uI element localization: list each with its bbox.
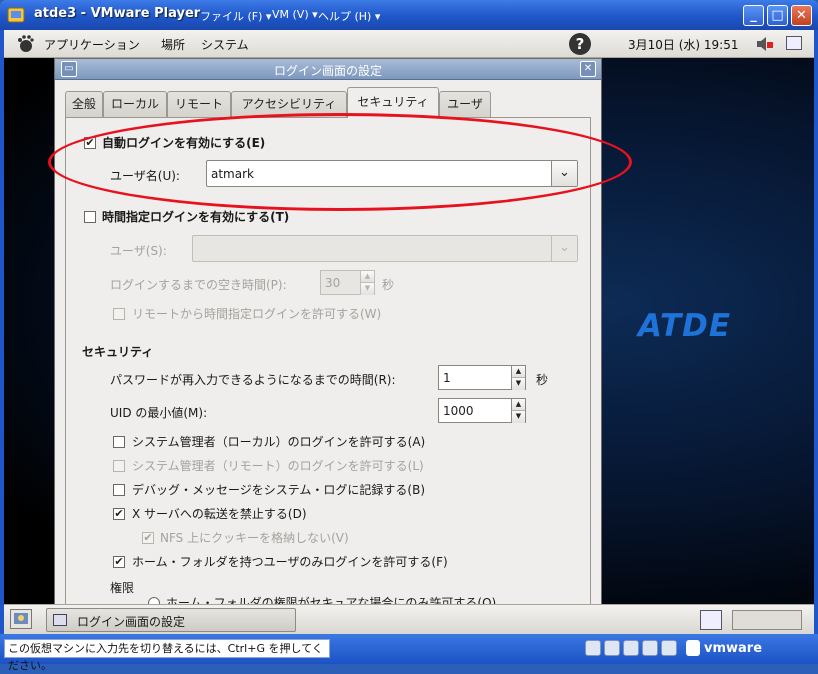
disallow-tcp-checkbox[interactable]: ✔: [113, 508, 125, 520]
uid-min-value: 1000: [443, 404, 474, 418]
auto-login-label: 自動ログインを有効にする(E): [102, 136, 266, 150]
timed-login-delay-label: ログインするまでの空き時間(P):: [110, 278, 287, 292]
retry-delay-unit: 秒: [536, 373, 549, 387]
atde-logo: ATDE: [638, 308, 732, 344]
gnome-top-panel: アプリケーション 場所 システム ? 3月10日 (水) 19:51: [4, 30, 814, 58]
nfs-cookie-checkbox[interactable]: ✔: [142, 532, 154, 544]
tab-users[interactable]: ユーザ: [439, 91, 491, 117]
vmware-titlebar: atde3 - VMware Player ファイル (F) ▾ VM (V) …: [0, 0, 818, 30]
spin-up-icon[interactable]: ▲: [360, 271, 374, 283]
permissions-heading: 権限: [110, 581, 135, 595]
window-frame-right: [814, 30, 818, 636]
timed-login-checkbox[interactable]: [84, 211, 96, 223]
cdrom-icon[interactable]: [604, 640, 620, 656]
sound-icon[interactable]: [661, 640, 677, 656]
vmware-player-icon: [6, 5, 26, 25]
uid-min-spinner[interactable]: 1000 ▲ ▼: [438, 398, 526, 423]
vmware-logo: vmware: [704, 641, 763, 656]
home-dir-only-checkbox[interactable]: ✔: [113, 556, 125, 568]
gnome-foot-icon[interactable]: [14, 34, 34, 57]
nfs-cookie-label: NFS 上にクッキーを格納しない(V): [160, 531, 349, 545]
remote-timed-login-label: リモートから時間指定ログインを許可する(W): [132, 307, 382, 321]
message-icon[interactable]: [686, 640, 700, 656]
panel-menu-system[interactable]: システム: [201, 36, 249, 53]
maximize-button[interactable]: □: [767, 5, 788, 26]
spin-down-icon[interactable]: ▼: [360, 283, 374, 295]
remote-timed-login-checkbox[interactable]: [113, 308, 125, 320]
timed-login-label: 時間指定ログインを有効にする(T): [102, 210, 290, 224]
workspace-switcher[interactable]: [732, 610, 802, 630]
auto-login-checkbox[interactable]: ✔: [84, 137, 96, 149]
chevron-down-icon[interactable]: ⌄: [551, 236, 577, 261]
allow-local-root-checkbox[interactable]: [113, 436, 125, 448]
tab-accessibility[interactable]: アクセシビリティ: [231, 91, 347, 117]
volume-muted-icon[interactable]: [756, 36, 774, 55]
disallow-tcp-label: X サーバへの転送を禁止する(D): [132, 507, 307, 521]
panel-clock[interactable]: 3月10日 (水) 19:51: [628, 36, 738, 53]
home-dir-only-label: ホーム・フォルダを持つユーザのみログインを許可する(F): [132, 555, 448, 569]
tab-local[interactable]: ローカル: [103, 91, 167, 117]
spin-up-icon[interactable]: ▲: [511, 399, 525, 411]
window-title: atde3 - VMware Player: [34, 6, 201, 21]
menu-help[interactable]: ヘルプ (H) ▾: [318, 8, 380, 24]
auto-login-user-combo[interactable]: atmark ⌄: [206, 160, 578, 187]
show-desktop-icon[interactable]: [786, 36, 802, 50]
security-tab-panel: ✔ 自動ログインを有効にする(E) ユーザ名(U): atmark ⌄ 時間指定…: [65, 117, 591, 609]
login-settings-dialog: ▭ ログイン画面の設定 ✕ 全般 ローカル リモート アクセシビリティ セキュリ…: [54, 58, 602, 609]
chevron-down-icon[interactable]: ⌄: [551, 161, 577, 186]
timed-login-delay-value: 30: [325, 276, 341, 290]
menu-file[interactable]: ファイル (F) ▾: [200, 8, 271, 24]
allow-remote-root-label: システム管理者（リモート）のログインを許可する(L): [132, 459, 424, 473]
timed-login-user-label: ユーザ(S):: [110, 244, 167, 258]
close-button[interactable]: ✕: [791, 5, 812, 26]
tab-security[interactable]: セキュリティ: [347, 87, 439, 118]
retry-delay-value: 1: [443, 371, 451, 385]
retry-delay-label: パスワードが再入力できるようになるまでの時間(R):: [110, 373, 396, 387]
vmware-status-bar: この仮想マシンに入力先を切り替えるには、Ctrl+G を押してください。 vmw…: [0, 634, 818, 672]
panel-menu-places[interactable]: 場所: [161, 36, 185, 53]
timed-login-delay-unit: 秒: [382, 278, 395, 292]
tab-remote[interactable]: リモート: [167, 91, 231, 117]
auto-login-user-value: atmark: [211, 167, 254, 181]
network-icon[interactable]: [623, 640, 639, 656]
timed-login-delay-spinner[interactable]: 30 ▲ ▼: [320, 270, 375, 295]
minimize-button[interactable]: _: [743, 5, 764, 26]
spin-down-icon[interactable]: ▼: [511, 411, 525, 423]
allow-remote-root-checkbox[interactable]: [113, 460, 125, 472]
menu-vm[interactable]: VM (V) ▾: [272, 8, 318, 21]
taskbar-item-label: ログイン画面の設定: [77, 615, 186, 629]
debug-messages-checkbox[interactable]: [113, 484, 125, 496]
retry-delay-spinner[interactable]: 1 ▲ ▼: [438, 365, 526, 390]
taskbar-item-login-settings[interactable]: ログイン画面の設定: [46, 608, 296, 632]
status-message: この仮想マシンに入力先を切り替えるには、Ctrl+G を押してください。: [4, 639, 330, 672]
show-desktop-button[interactable]: [10, 609, 32, 629]
usb-icon[interactable]: [642, 640, 658, 656]
uid-min-label: UID の最小値(M):: [110, 406, 208, 420]
dialog-close-button[interactable]: ✕: [580, 61, 596, 77]
dialog-title: ログイン画面の設定: [273, 64, 382, 78]
debug-messages-label: デバッグ・メッセージをシステム・ログに記録する(B): [132, 483, 425, 497]
spin-down-icon[interactable]: ▼: [511, 378, 525, 390]
gnome-bottom-panel: ログイン画面の設定: [4, 604, 814, 634]
help-icon[interactable]: ?: [569, 33, 591, 55]
spin-up-icon[interactable]: ▲: [511, 366, 525, 378]
workspace-switcher-icon[interactable]: [700, 610, 722, 630]
dialog-titlebar: ▭ ログイン画面の設定 ✕: [55, 59, 601, 80]
security-heading: セキュリティ: [82, 345, 154, 359]
allow-local-root-label: システム管理者（ローカル）のログインを許可する(A): [132, 435, 426, 449]
window-icon: [53, 614, 67, 626]
panel-menu-applications[interactable]: アプリケーション: [44, 36, 140, 53]
tab-general[interactable]: 全般: [65, 91, 103, 117]
auto-login-user-label: ユーザ名(U):: [110, 169, 180, 183]
hdd-icon[interactable]: [585, 640, 601, 656]
timed-login-user-combo[interactable]: ⌄: [192, 235, 578, 262]
